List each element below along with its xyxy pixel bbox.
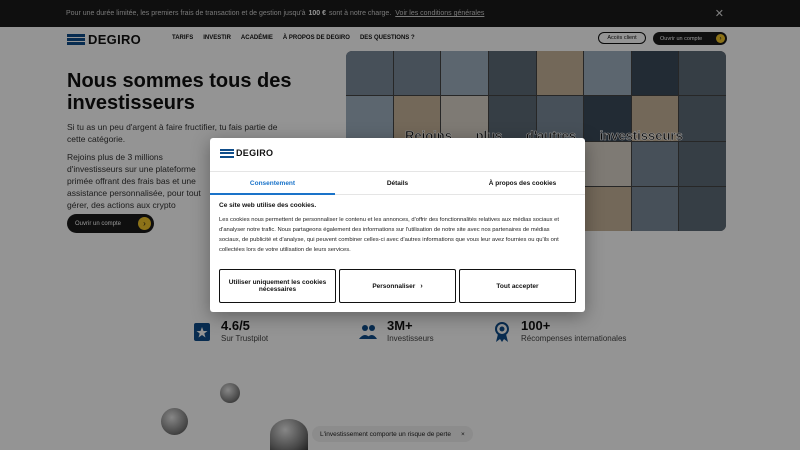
accept-all-button[interactable]: Tout accepter (459, 269, 576, 303)
modal-logo: DEGIRO (220, 148, 273, 158)
cookie-tabs: Consentement Détails À propos des cookie… (210, 171, 585, 195)
cookie-actions: Utiliser uniquement les cookies nécessai… (219, 269, 576, 303)
tab-consentement[interactable]: Consentement (210, 172, 335, 195)
cookie-heading: Ce site web utilise des cookies. (219, 202, 317, 209)
tab-details[interactable]: Détails (335, 172, 460, 194)
cookie-consent-dialog: DEGIRO Consentement Détails À propos des… (210, 138, 585, 312)
tab-about-cookies[interactable]: À propos des cookies (460, 172, 585, 194)
cookie-description: Les cookies nous permettent de personnal… (219, 217, 559, 253)
necessary-cookies-button[interactable]: Utiliser uniquement les cookies nécessai… (219, 269, 336, 303)
chevron-right-icon: › (420, 282, 423, 290)
logo-mark-icon (220, 148, 234, 158)
customize-button[interactable]: Personnaliser › (339, 269, 456, 303)
